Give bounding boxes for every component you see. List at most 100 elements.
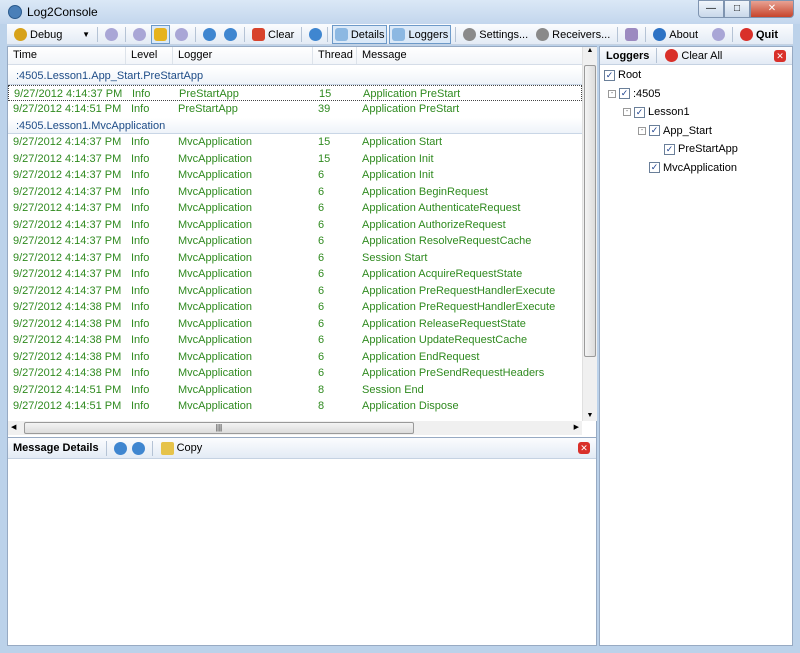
loggers-toggle[interactable]: Loggers (389, 25, 452, 44)
previous-button[interactable] (130, 25, 149, 44)
cell-level: Info (131, 202, 150, 214)
collapse-icon[interactable]: - (623, 108, 631, 116)
collapse-icon[interactable]: - (608, 89, 616, 98)
scroll-thumb[interactable] (584, 65, 596, 357)
pause-button[interactable] (102, 25, 121, 44)
logger-node[interactable]: ✓ Root (604, 69, 641, 81)
table-row[interactable]: 9/27/2012 4:14:37 PM Info MvcApplication 6 A… (8, 217, 582, 234)
search-button[interactable] (306, 25, 325, 44)
table-row[interactable]: 9/27/2012 4:14:51 PM Info MvcApplication 8 A… (8, 398, 582, 415)
table-row[interactable]: 9/27/2012 4:14:37 PM Info MvcApplication 6 A… (8, 233, 582, 250)
logger-label: Root (618, 69, 642, 81)
cell-logger: MvcApplication (178, 218, 252, 231)
checkbox[interactable]: ✓ (664, 143, 675, 155)
message-details-toolbar: Message Details Copy ✕ (8, 437, 596, 459)
message-details-text[interactable] (8, 460, 596, 645)
cell-level: Info (131, 284, 150, 297)
table-row[interactable]: 9/27/2012 4:14:38 PM Info MvcApplication 6 A… (8, 349, 582, 366)
cell-message: Application Dispose (362, 400, 459, 412)
cell-time: 9/27/2012 4:14:37 PM (13, 218, 122, 231)
table-row[interactable]: 9/27/2012 4:14:37 PM Info MvcApplication 6 A… (8, 266, 582, 283)
group-header[interactable]: :4505.Lesson1.App_Start.PreStartApp (8, 68, 582, 85)
zoom-out-icon[interactable] (113, 441, 127, 455)
table-row[interactable]: 9/27/2012 4:14:37 PM Info MvcApplication 15… (8, 134, 582, 151)
cell-logger: PreStartApp (179, 87, 239, 100)
table-row[interactable]: 9/27/2012 4:14:37 PM Info MvcApplication 6 A… (8, 200, 582, 217)
table-row[interactable]: 9/27/2012 4:14:38 PM Info MvcApplication 6 A… (8, 332, 582, 349)
column-header-thread[interactable]: Thread (313, 47, 357, 64)
quit-button[interactable]: Quit (737, 25, 781, 44)
window-icon (334, 28, 348, 41)
disc-button[interactable] (709, 25, 728, 44)
column-header-level[interactable]: Level (126, 47, 173, 64)
settings-button[interactable]: Settings... (460, 25, 531, 44)
maximize-button[interactable]: □ (724, 0, 750, 18)
cell-time: 9/27/2012 4:14:38 PM (13, 317, 122, 330)
wrench-icon (463, 28, 477, 41)
vertical-scrollbar[interactable]: ▲ ▼ (582, 47, 597, 421)
logger-node[interactable]: - ✓:4505 (608, 88, 661, 100)
cell-level: Info (131, 185, 150, 198)
close-loggers-icon[interactable]: ✕ (774, 50, 786, 62)
close-details-icon[interactable]: ✕ (578, 442, 590, 454)
wrench-icon (536, 28, 550, 41)
cell-thread: 6 (318, 185, 325, 198)
zoom-in-button[interactable] (221, 25, 240, 44)
cell-logger: MvcApplication (178, 284, 252, 297)
table-row[interactable]: 9/27/2012 4:14:38 PM Info MvcApplication 6 A… (8, 299, 582, 316)
cell-time: 9/27/2012 4:14:51 PM (13, 383, 122, 396)
zoom-out-button[interactable] (200, 25, 219, 44)
about-button[interactable]: About (650, 25, 701, 44)
clear-all-button[interactable]: Clear All (664, 46, 723, 65)
bug-button[interactable] (622, 25, 641, 44)
table-row[interactable]: 9/27/2012 4:14:51 PM Info MvcApplication 8 S… (8, 382, 582, 399)
table-row[interactable]: 9/27/2012 4:14:38 PM Info MvcApplication 6 A… (8, 365, 582, 382)
column-header-message[interactable]: Message (357, 47, 582, 64)
logger-node[interactable]: - ✓ Lesson1 (623, 106, 690, 118)
logger-node[interactable]: ✓ PreStartApp (664, 143, 738, 155)
autoscroll-button[interactable] (151, 25, 170, 44)
checkbox[interactable]: ✓ (649, 162, 660, 173)
logger-node[interactable]: ✓ MvcApplication (649, 162, 737, 174)
next-button[interactable] (172, 25, 191, 44)
close-button[interactable]: ✕ (750, 0, 794, 18)
table-row[interactable]: 9/27/2012 4:14:37 PM Info MvcApplication 6 A… (8, 184, 582, 201)
table-row[interactable]: 9/27/2012 4:14:37 PM Info MvcApplication 6 A… (8, 167, 582, 184)
details-toggle[interactable]: Details (331, 25, 388, 44)
clear-button[interactable]: Clear (249, 25, 297, 44)
copy-button[interactable]: Copy (160, 439, 204, 458)
cell-logger: MvcApplication (178, 367, 252, 379)
cell-level: Info (131, 152, 150, 165)
table-row[interactable]: 9/27/2012 4:14:37 PM Info MvcApplication 15… (8, 151, 582, 168)
cell-message: Application AcquireRequestState (362, 268, 523, 280)
table-row[interactable]: 9/27/2012 4:14:37 PM Info MvcApplication 6 S… (8, 250, 582, 267)
checkbox[interactable]: ✓ (634, 106, 645, 118)
pause-icon (105, 28, 118, 41)
horizontal-scrollbar[interactable]: ◀ ||| ▶ (8, 421, 582, 435)
minimize-button[interactable]: — (698, 0, 724, 18)
logger-node[interactable]: - ✓ App_Start (638, 125, 712, 137)
cell-message: Application AuthorizeRequest (362, 218, 506, 231)
level-dropdown[interactable]: Debug ▼ (11, 25, 93, 44)
autoscroll-icon (154, 28, 167, 41)
checkbox[interactable]: ✓ (619, 88, 630, 99)
scroll-thumb[interactable]: ||| (24, 422, 414, 434)
column-header-time[interactable]: Time (8, 47, 126, 64)
checkbox[interactable]: ✓ (604, 69, 615, 81)
table-row[interactable]: 9/27/2012 4:14:51 PM Info PreStartApp 39 App… (8, 101, 582, 118)
checkbox[interactable]: ✓ (649, 125, 660, 136)
cell-level: Info (131, 235, 150, 247)
zoom-in-icon[interactable] (131, 441, 145, 455)
table-row[interactable]: 9/27/2012 4:14:37 PM Info PreStartApp 15 App… (8, 84, 582, 101)
logger-label: MvcApplication (663, 161, 737, 174)
receivers-button[interactable]: Receivers... (533, 25, 613, 44)
cell-logger: MvcApplication (178, 400, 252, 412)
table-row[interactable]: 9/27/2012 4:14:37 PM Info MvcApplication 6 A… (8, 283, 582, 300)
loggers-title: Loggers (606, 49, 650, 62)
group-header[interactable]: :4505.Lesson1.MvcApplication (8, 117, 582, 134)
table-row[interactable]: 9/27/2012 4:14:38 PM Info MvcApplication 6 A… (8, 316, 582, 333)
collapse-icon[interactable]: - (638, 126, 646, 135)
clear-icon (665, 49, 679, 62)
cell-thread: 6 (318, 169, 325, 181)
column-header-logger[interactable]: Logger (173, 47, 313, 64)
